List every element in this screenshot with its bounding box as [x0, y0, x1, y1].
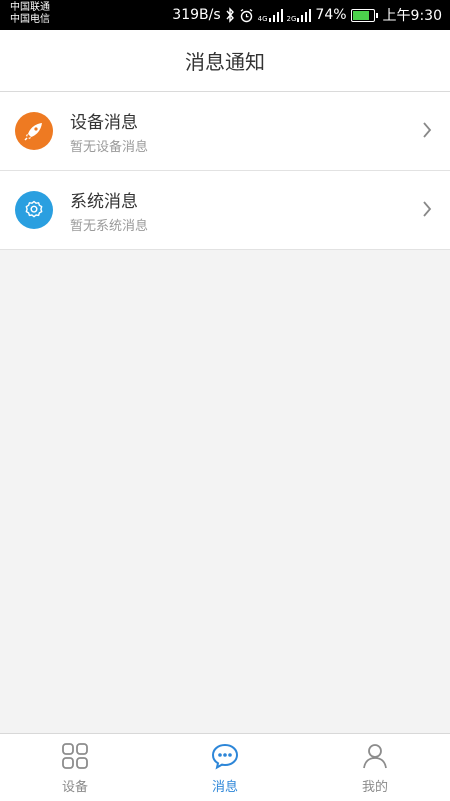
bottom-tab-bar: 设备 消息 我的 [0, 733, 450, 801]
page-title: 消息通知 [185, 50, 265, 74]
gear-icon [15, 191, 53, 229]
chevron-right-icon [423, 122, 432, 138]
status-icons: 319B/s 4G 2G 74% 上午9:30 [172, 0, 442, 30]
app-header: 消息通知 [0, 30, 450, 92]
tab-profile[interactable]: 我的 [300, 734, 450, 801]
net-speed: 319B/s [172, 7, 221, 23]
tab-label: 设备 [61, 780, 88, 795]
person-icon [363, 744, 387, 769]
tab-label: 消息 [211, 780, 238, 795]
grid-icon [62, 743, 88, 769]
tab-label: 我的 [361, 780, 388, 795]
message-title: 系统消息 [70, 192, 138, 212]
signal-icon: 4G [258, 8, 283, 23]
carrier-info: 中国联通 中国电信 [10, 2, 50, 26]
rocket-icon [15, 112, 53, 150]
status-bar: 中国联通 中国电信 319B/s 4G 2G 74% 上午9:30 [0, 0, 450, 30]
carrier-1: 中国联通 [10, 2, 50, 13]
message-list: 设备消息 暂无设备消息 系统消息 暂无系统消息 [0, 92, 450, 250]
battery-icon [350, 8, 378, 22]
carrier-2: 中国电信 [10, 14, 50, 25]
tab-messages[interactable]: 消息 [150, 734, 300, 801]
message-subtitle: 暂无系统消息 [70, 219, 149, 234]
battery-percent: 74% [315, 7, 347, 23]
chat-icon [211, 743, 239, 770]
clock: 上午9:30 [382, 8, 442, 24]
network-type-2: 2G [286, 14, 297, 23]
alarm-icon [239, 8, 254, 23]
signal-icon: 2G [287, 8, 312, 23]
message-item-system[interactable]: 系统消息 暂无系统消息 [0, 171, 450, 250]
message-title: 设备消息 [70, 113, 138, 133]
bluetooth-icon [225, 7, 235, 23]
chevron-right-icon [423, 201, 432, 217]
message-item-device[interactable]: 设备消息 暂无设备消息 [0, 92, 450, 171]
tab-devices[interactable]: 设备 [0, 734, 150, 801]
message-subtitle: 暂无设备消息 [70, 140, 149, 155]
network-type-1: 4G [257, 14, 268, 23]
battery-level [352, 10, 369, 20]
